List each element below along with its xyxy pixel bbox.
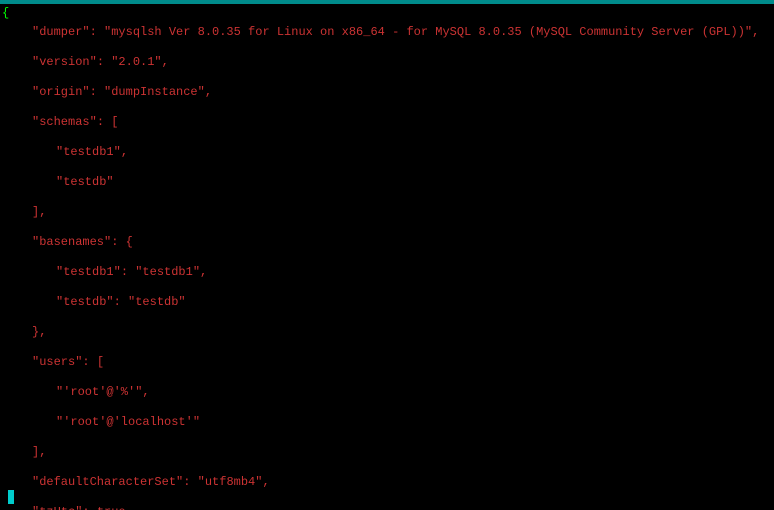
json-value: "2.0.1" — [111, 55, 161, 69]
json-value: "mysqlsh Ver 8.0.35 for Linux on x86_64 … — [104, 25, 752, 39]
prompt-brace: { — [2, 6, 10, 21]
json-close: ], — [32, 205, 46, 219]
json-key: "dumper" — [32, 25, 90, 39]
json-array-item: "testdb1" — [56, 145, 121, 159]
json-key: "users" — [32, 355, 82, 369]
terminal-window: { "dumper": "mysqlsh Ver 8.0.35 for Linu… — [0, 0, 774, 510]
json-array-item: "'root'@'%'" — [56, 385, 142, 399]
json-close: ], — [32, 445, 46, 459]
json-key: "defaultCharacterSet" — [32, 475, 183, 489]
terminal-output[interactable]: "dumper": "mysqlsh Ver 8.0.35 for Linux … — [0, 4, 774, 510]
json-key: "basenames" — [32, 235, 111, 249]
json-value: "testdb1" — [135, 265, 200, 279]
json-key: "origin" — [32, 85, 90, 99]
json-key: "tzUtc" — [32, 505, 82, 510]
json-close: }, — [32, 325, 46, 339]
json-value: "utf8mb4" — [198, 475, 263, 489]
json-value: true — [97, 505, 126, 510]
json-key: "testdb1" — [56, 265, 121, 279]
json-array-item: "testdb" — [56, 175, 114, 189]
json-array-item: "'root'@'localhost'" — [56, 415, 200, 429]
terminal-cursor — [8, 490, 14, 504]
json-key: "version" — [32, 55, 97, 69]
json-key: "testdb" — [56, 295, 114, 309]
json-value: "testdb" — [128, 295, 186, 309]
json-value: "dumpInstance" — [104, 85, 205, 99]
json-key: "schemas" — [32, 115, 97, 129]
